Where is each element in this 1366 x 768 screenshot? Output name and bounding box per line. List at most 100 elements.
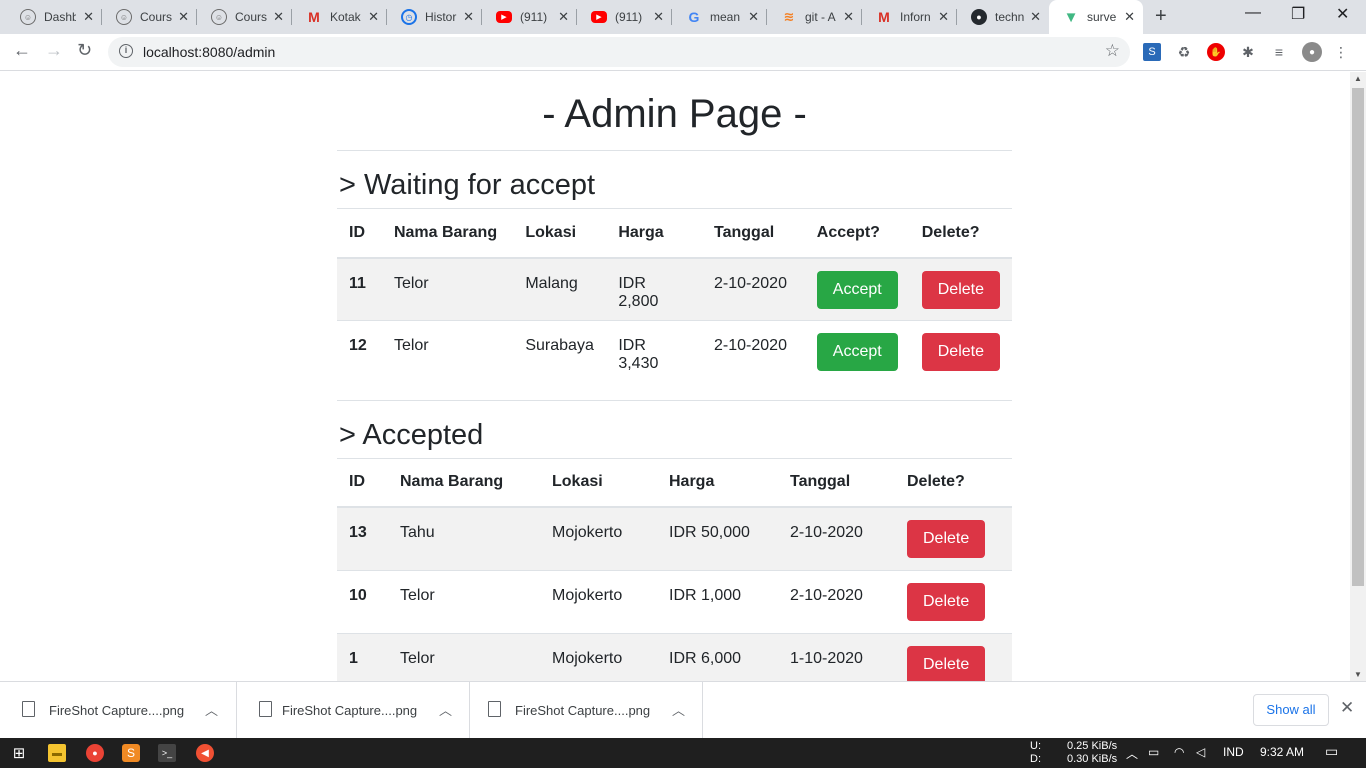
google-icon: G	[688, 9, 700, 25]
chrome-icon[interactable]: ●	[86, 744, 104, 762]
close-download-shelf-icon[interactable]: ✕	[1340, 698, 1354, 718]
tab-close-icon[interactable]: ✕	[463, 9, 474, 25]
clock-time[interactable]: 9:32 AM	[1260, 745, 1304, 759]
browser-menu-icon[interactable]: ⋮	[1332, 43, 1350, 61]
row-nama-barang: Telor	[388, 569, 540, 633]
tab-close-icon[interactable]: ✕	[843, 9, 854, 25]
column-header: Delete?	[895, 457, 1012, 508]
accept-button[interactable]: Accept	[816, 333, 898, 371]
tab-close-icon[interactable]: ✕	[83, 9, 94, 25]
row-tanggal: 2-10-2020	[702, 257, 805, 321]
tab-gmail-info[interactable]: M Inforn ✕	[862, 0, 957, 34]
chevron-up-icon[interactable]: ︿	[672, 700, 685, 719]
tab-close-icon[interactable]: ✕	[1124, 9, 1135, 25]
bookmark-star-icon[interactable]: ☆	[1105, 41, 1120, 61]
browser-toolbar: ← → ↻ i localhost:8080/admin ☆ S ♻ ✋ ✱ ≡…	[0, 34, 1366, 71]
accepted-table: ID Nama Barang Lokasi Harga Tanggal Dele…	[337, 457, 1012, 681]
tab-close-icon[interactable]: ✕	[558, 9, 569, 25]
tab-close-icon[interactable]: ✕	[748, 9, 759, 25]
tab-close-icon[interactable]: ✕	[368, 9, 379, 25]
tab-google-search[interactable]: G mean ✕	[672, 0, 767, 34]
tab-course-2[interactable]: ☺ Cours ✕	[197, 0, 292, 34]
back-arrow-icon[interactable]: ←	[13, 40, 31, 61]
tab-dashboard[interactable]: ☺ Dashb ✕	[6, 0, 102, 34]
adblock-extension-icon[interactable]: ✋	[1207, 43, 1225, 61]
row-id: 11	[337, 257, 382, 321]
media-control-icon[interactable]: ≡	[1270, 43, 1288, 61]
chevron-up-icon[interactable]: ︿	[439, 700, 452, 719]
download-filename[interactable]: FireShot Capture....png	[515, 703, 650, 718]
tab-title: Inforn	[900, 10, 931, 24]
delete-cell: Delete	[895, 506, 1012, 570]
accepted-section-heading: > Accepted	[339, 418, 484, 451]
download-filename[interactable]: FireShot Capture....png	[49, 703, 184, 718]
wifi-icon[interactable]: ◠	[1174, 745, 1184, 759]
site-info-icon[interactable]: i	[119, 44, 133, 58]
row-nama-barang: Telor	[381, 320, 514, 384]
download-item[interactable]: FireShot Capture....png ︿	[0, 682, 237, 739]
gmail-icon: M	[878, 9, 890, 25]
delete-button[interactable]: Delete	[907, 582, 986, 621]
language-indicator[interactable]: IND	[1223, 745, 1244, 759]
tab-gmail-kotak[interactable]: M Kotak ✕	[292, 0, 387, 34]
delete-cell: Delete	[895, 569, 1012, 633]
scrollbar-thumb[interactable]	[1352, 88, 1364, 586]
delete-button[interactable]: Delete	[921, 270, 1000, 309]
notification-icon[interactable]: ▭	[1325, 743, 1338, 760]
tab-youtube-1[interactable]: ▶ (911) ✕	[482, 0, 577, 34]
row-lokasi: Mojokerto	[540, 569, 657, 633]
tab-youtube-2[interactable]: ▶ (911) ✕	[577, 0, 672, 34]
app-icon[interactable]: ◀	[196, 744, 214, 762]
tab-close-icon[interactable]: ✕	[1030, 9, 1041, 25]
profile-avatar[interactable]: ●	[1302, 42, 1322, 62]
recycle-extension-icon[interactable]: ♻	[1175, 43, 1193, 61]
tab-history[interactable]: ◷ Histor ✕	[387, 0, 482, 34]
forward-arrow-icon[interactable]: →	[45, 40, 63, 61]
delete-button[interactable]: Delete	[907, 645, 986, 681]
address-bar[interactable]: i localhost:8080/admin ☆	[108, 37, 1130, 67]
tab-title: Cours	[235, 10, 267, 24]
page-scrollbar[interactable]: ▲ ▼	[1350, 72, 1366, 681]
minimize-icon[interactable]: —	[1245, 4, 1261, 22]
windows-start-icon[interactable]: ⊞	[10, 744, 28, 762]
delete-button[interactable]: Delete	[907, 520, 986, 558]
tab-stackoverflow[interactable]: ≋ git - A ✕	[767, 0, 862, 34]
tab-title: surve	[1087, 10, 1117, 24]
window-close-icon[interactable]: ✕	[1336, 4, 1349, 24]
screen-capture-extension-icon[interactable]: S	[1143, 43, 1161, 61]
download-filename[interactable]: FireShot Capture....png	[282, 703, 417, 718]
volume-icon[interactable]: ◁	[1196, 745, 1205, 759]
show-all-button[interactable]: Show all	[1253, 694, 1329, 726]
row-harga: IDR 6,000	[657, 632, 778, 681]
tab-close-icon[interactable]: ✕	[938, 9, 949, 25]
scroll-down-arrow-icon[interactable]: ▼	[1354, 670, 1362, 679]
row-id: 10	[337, 569, 388, 633]
download-item[interactable]: FireShot Capture....png ︿	[237, 682, 470, 739]
tab-close-icon[interactable]: ✕	[178, 9, 189, 25]
tab-close-icon[interactable]: ✕	[273, 9, 284, 25]
tray-chevron-icon[interactable]: ︿	[1126, 745, 1138, 762]
delete-button[interactable]: Delete	[921, 333, 1000, 371]
chevron-up-icon[interactable]: ︿	[205, 700, 218, 719]
new-tab-plus-icon[interactable]: +	[1155, 5, 1167, 28]
row-tanggal: 1-10-2020	[778, 632, 895, 681]
tab-github[interactable]: ● techn ✕	[957, 0, 1049, 34]
terminal-icon[interactable]: >_	[158, 744, 176, 762]
row-tanggal: 2-10-2020	[702, 320, 805, 384]
url-text[interactable]: localhost:8080/admin	[143, 44, 275, 60]
delete-cell: Delete	[909, 257, 1012, 321]
row-lokasi: Mojokerto	[540, 506, 657, 570]
power-icon[interactable]: ▭	[1148, 745, 1159, 759]
extensions-puzzle-icon[interactable]: ✱	[1239, 43, 1257, 61]
tab-survey-active[interactable]: ▼ surve ✕	[1049, 0, 1143, 34]
file-explorer-icon[interactable]: ▬	[48, 744, 66, 762]
tab-course-1[interactable]: ☺ Cours ✕	[102, 0, 197, 34]
tab-close-icon[interactable]: ✕	[653, 9, 664, 25]
download-item[interactable]: FireShot Capture....png ︿	[470, 682, 703, 739]
restore-icon[interactable]: ❐	[1291, 4, 1305, 24]
sublime-icon[interactable]: S	[122, 744, 140, 762]
scroll-up-arrow-icon[interactable]: ▲	[1354, 74, 1362, 83]
reload-icon[interactable]: ↻	[77, 40, 92, 61]
accept-button[interactable]: Accept	[816, 270, 898, 309]
tab-title: Dashb	[44, 10, 76, 24]
